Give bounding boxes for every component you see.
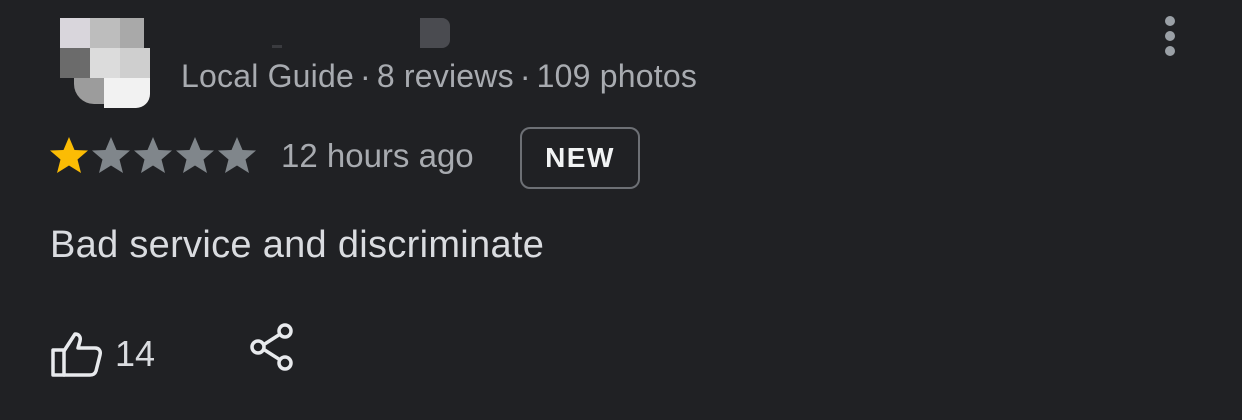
photo-count: 109 photos (536, 58, 698, 94)
redacted-name-fragment (272, 45, 282, 48)
star-filled-icon (50, 137, 88, 173)
star-rating (48, 135, 258, 179)
new-badge: NEW (520, 127, 640, 189)
local-guide-label: Local Guide (181, 58, 354, 94)
review-count: 8 reviews (376, 58, 514, 94)
star-empty-icon (134, 137, 172, 173)
review-time: 12 hours ago (281, 137, 474, 174)
redacted-name[interactable] (420, 18, 450, 48)
share-icon[interactable] (248, 322, 296, 372)
meta-separator: · (359, 58, 371, 94)
star-empty-icon (92, 137, 130, 173)
more-vert-icon[interactable] (1156, 12, 1184, 60)
reviewer-meta: Local Guide · 8 reviews · 109 photos (181, 58, 697, 95)
like-count: 14 (115, 333, 156, 374)
star-empty-icon (218, 137, 256, 173)
star-empty-icon (176, 137, 214, 173)
review-text: Bad service and discriminate (50, 224, 545, 266)
meta-separator: · (519, 58, 531, 94)
reviewer-avatar[interactable] (60, 18, 152, 108)
thumbs-up-icon[interactable] (50, 330, 104, 378)
